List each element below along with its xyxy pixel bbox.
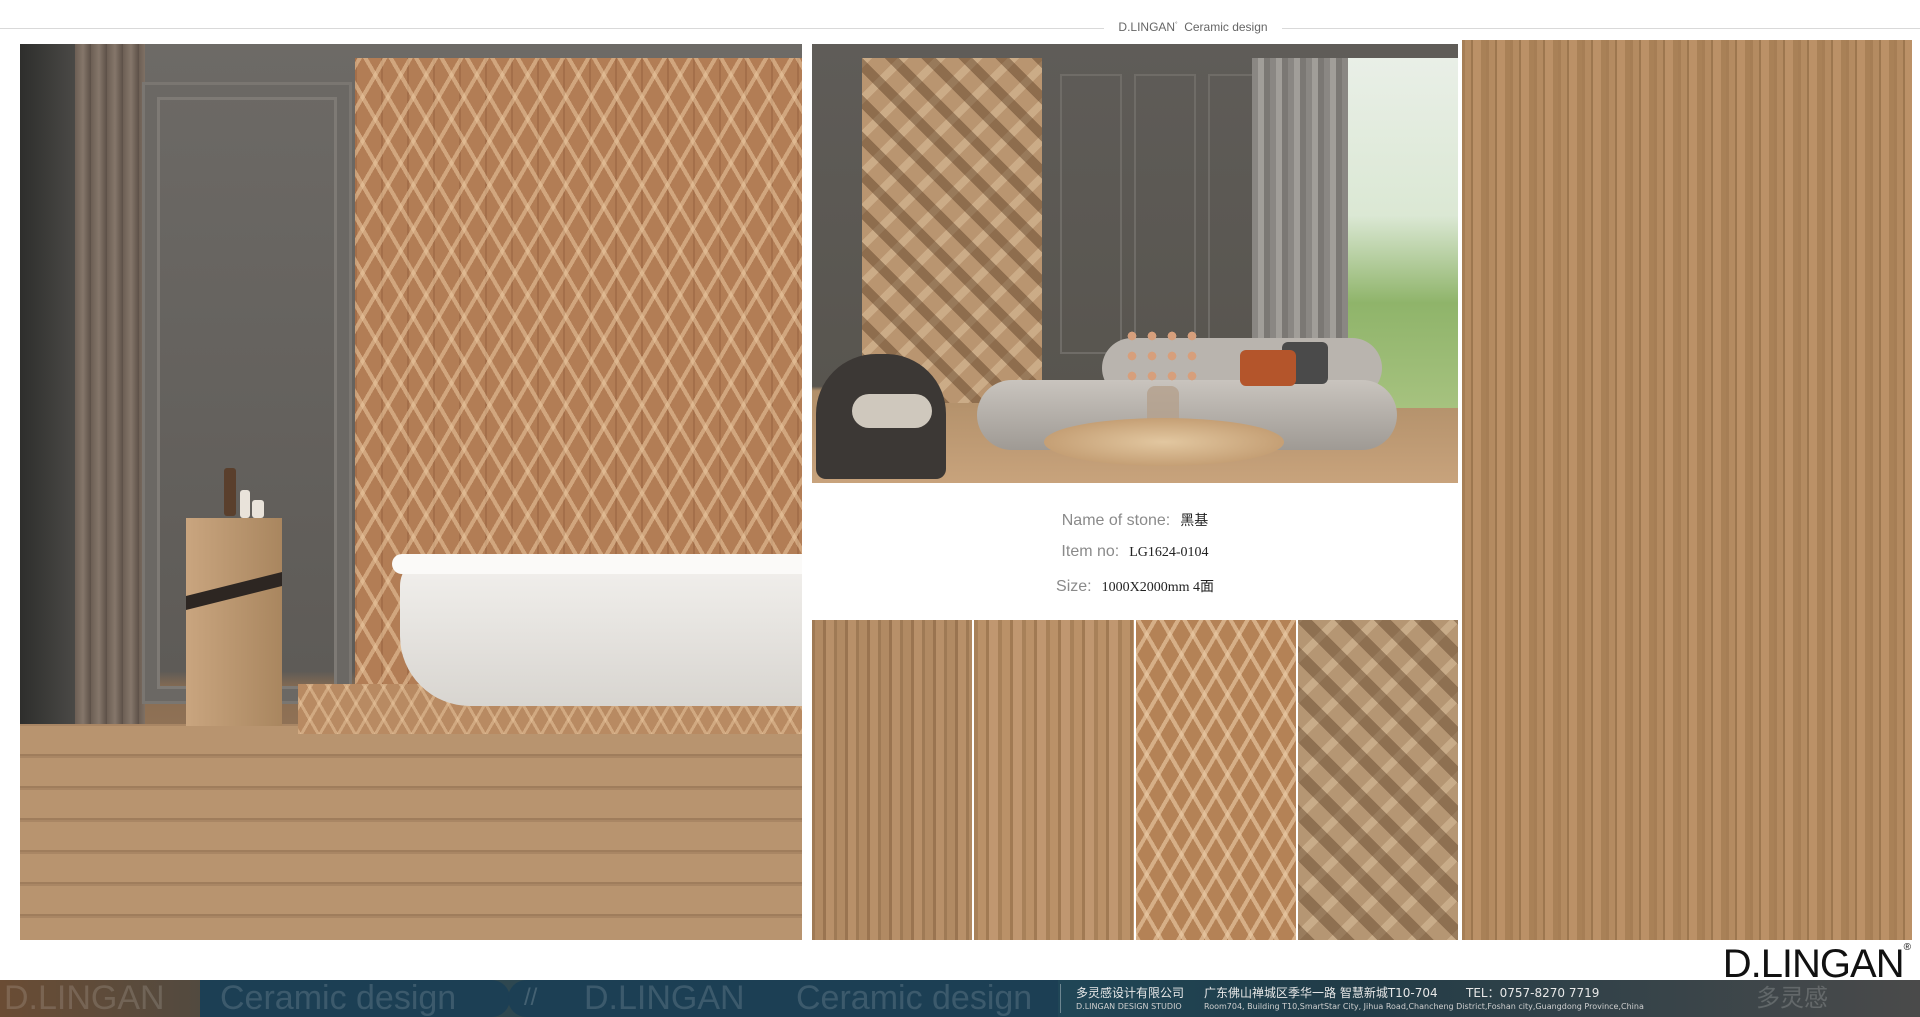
size-label: Size: xyxy=(1056,578,1092,595)
footer-watermark-tagline: Ceramic design xyxy=(796,980,1033,1017)
coffee-table xyxy=(1044,418,1284,466)
header-subtitle: Ceramic design xyxy=(1184,20,1268,34)
stone-name-label: Name of stone: xyxy=(1061,512,1171,529)
header-divider-right xyxy=(1282,28,1920,29)
tile-swatch-wood-2 xyxy=(974,620,1134,940)
bathtub-rim xyxy=(392,554,802,574)
pillow xyxy=(1240,350,1296,386)
header-title: D.LINGAN° Ceramic design xyxy=(1104,20,1282,34)
wood-slab-image xyxy=(1462,40,1912,940)
logo-registered-mark: ® xyxy=(1903,942,1911,953)
living-feature-wall xyxy=(862,58,1042,403)
tile-swatch-pattern-1 xyxy=(1136,620,1296,940)
slash-icon: // xyxy=(524,984,538,1011)
product-info: Name of stone: 黑基 Item no: LG1624-0104 S… xyxy=(812,500,1458,610)
footer-watermark-cn: 多灵感 xyxy=(1756,985,1828,1012)
item-number-value: LG1624-0104 xyxy=(1129,545,1209,560)
bottle xyxy=(224,468,236,516)
header-divider-left xyxy=(0,28,1104,29)
bathroom-scene-image xyxy=(20,44,802,940)
tile-swatch-pattern-2 xyxy=(1298,620,1458,940)
stone-name-row: Name of stone: 黑基 xyxy=(812,510,1458,530)
bottle xyxy=(240,490,250,518)
footer-watermark-brand: D.LINGAN xyxy=(584,980,745,1017)
footer-address-english: Room704, Building T10,SmartStar City, Ji… xyxy=(1204,1002,1644,1011)
stone-name-value: 黑基 xyxy=(1180,514,1209,529)
bathroom-window xyxy=(20,44,75,764)
bathtub xyxy=(400,556,802,706)
size-value: 1000X2000mm 4面 xyxy=(1101,580,1214,595)
footer-address: 广东佛山禅城区季华一路 智慧新城T10-704 xyxy=(1204,986,1438,1000)
header-registered-mark: ° xyxy=(1175,22,1178,28)
chair-cushion xyxy=(852,394,932,428)
living-wall-panel xyxy=(1060,74,1122,354)
flower-arrangement xyxy=(1122,326,1202,386)
bathroom-curtain xyxy=(75,44,145,734)
footer-bar: D.LINGAN Ceramic design // D.LINGAN Cera… xyxy=(0,980,1920,1017)
footer-telephone: TEL：0757-8270 7719 xyxy=(1466,986,1600,1000)
living-curtain xyxy=(1252,58,1352,348)
bathroom-floor xyxy=(20,724,802,940)
bottle xyxy=(252,500,264,518)
tile-swatch-wood-1 xyxy=(812,620,972,940)
header-brand: D.LINGAN xyxy=(1118,20,1176,34)
living-wall-panel xyxy=(1134,74,1196,354)
footer-watermark-brand: D.LINGAN xyxy=(4,980,165,1017)
footer-studio-name: D.LINGAN DESIGN STUDIO xyxy=(1076,1002,1182,1011)
item-number-label: Item no: xyxy=(1061,543,1120,560)
living-room-scene-image xyxy=(812,44,1458,483)
footer-company-name: 多灵感设计有限公司 xyxy=(1076,986,1185,1000)
footer-divider xyxy=(1060,984,1061,1013)
size-row: Size: 1000X2000mm 4面 xyxy=(812,576,1458,596)
wood-pedestal xyxy=(186,518,282,726)
item-number-row: Item no: LG1624-0104 xyxy=(812,543,1458,561)
footer-watermark-tagline: Ceramic design xyxy=(220,980,457,1017)
